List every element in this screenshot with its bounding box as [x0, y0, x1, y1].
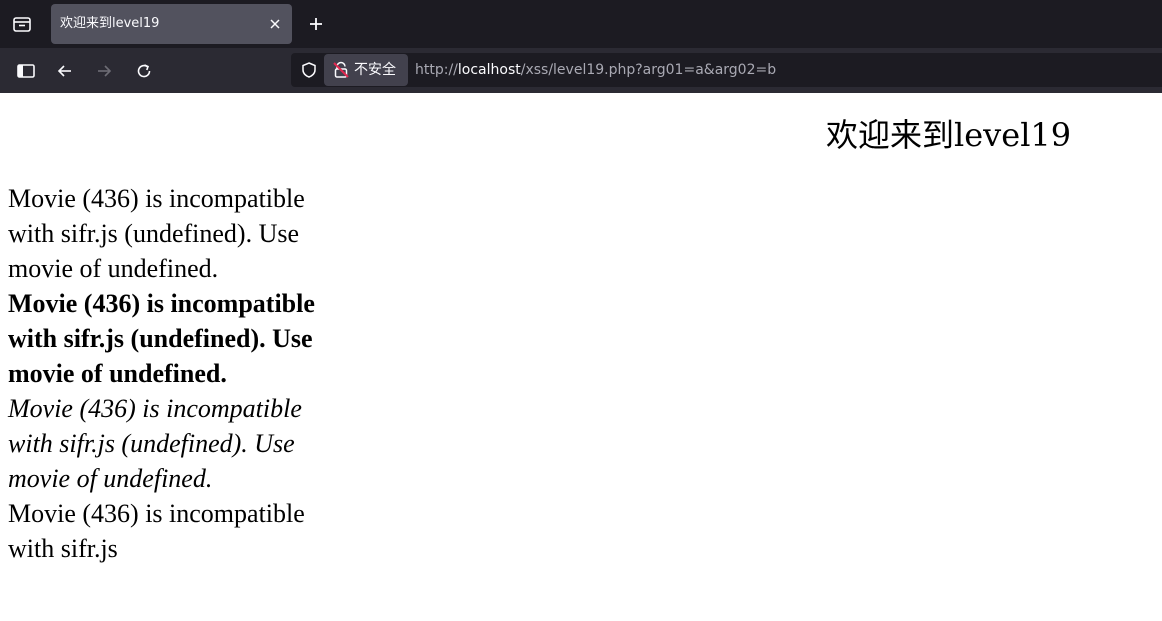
forward-button[interactable]	[90, 57, 118, 85]
flash-message-italic: Movie (436) is incompatible with sifr.js…	[8, 394, 302, 493]
flash-embed-area: Movie (436) is incompatible with sifr.js…	[8, 181, 326, 566]
security-label: 不安全	[354, 62, 396, 78]
forward-arrow-icon	[98, 65, 112, 77]
back-button[interactable]	[51, 57, 79, 85]
url-text[interactable]: http://localhost/xss/level19.php?arg01=a…	[415, 61, 776, 79]
sidebar-toggle-button[interactable]	[12, 57, 40, 85]
tab-title: 欢迎来到level19	[60, 16, 160, 31]
tab-level19[interactable]: 欢迎来到level19	[51, 4, 292, 44]
connection-info-button[interactable]: 不安全	[324, 54, 408, 86]
reload-button[interactable]	[130, 57, 158, 85]
tracking-protection-button[interactable]	[299, 60, 319, 80]
reload-icon	[137, 64, 151, 78]
new-tab-button[interactable]	[304, 12, 328, 36]
flash-message-regular-2: Movie (436) is incompatible with sifr.js	[8, 499, 305, 563]
plus-icon	[310, 18, 322, 30]
back-arrow-icon	[57, 65, 71, 77]
url-host: localhost	[457, 62, 521, 78]
url-scheme: http://	[415, 62, 458, 78]
tab-bar: 欢迎来到level19	[0, 0, 1162, 48]
sidebar-icon	[17, 64, 35, 78]
tab-list-icon	[13, 17, 31, 32]
tab-close-button[interactable]	[266, 15, 284, 33]
flash-message-bold: Movie (436) is incompatible with sifr.js…	[8, 289, 315, 388]
flash-message-regular: Movie (436) is incompatible with sifr.js…	[8, 184, 305, 283]
address-bar[interactable]: 不安全 http://localhost/xss/level19.php?arg…	[291, 53, 1162, 87]
list-all-tabs-button[interactable]	[8, 10, 36, 38]
shield-icon	[302, 62, 316, 78]
page-title: 欢迎来到level19	[826, 116, 1072, 154]
url-path: /xss/level19.php?arg01=a&arg02=b	[520, 62, 777, 78]
insecure-lock-icon	[333, 61, 349, 78]
close-icon	[270, 19, 280, 29]
navigation-toolbar: 不安全 http://localhost/xss/level19.php?arg…	[0, 48, 1162, 93]
